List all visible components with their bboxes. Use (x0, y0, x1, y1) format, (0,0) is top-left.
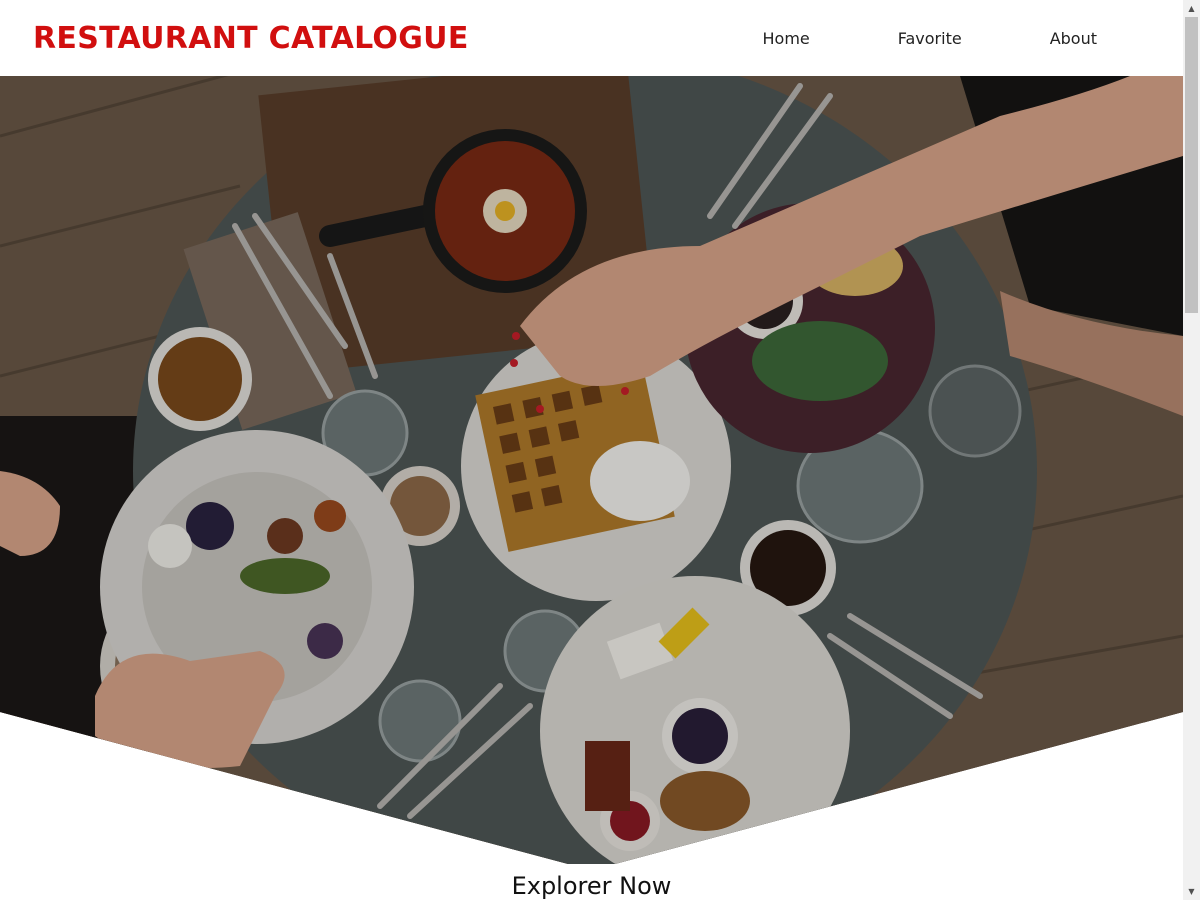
scroll-up-arrow-icon[interactable]: ▲ (1183, 0, 1200, 17)
site-header: RESTAURANT CATALOGUE Home Favorite About (0, 0, 1183, 76)
explore-heading: Explorer Now (511, 872, 672, 900)
scroll-thumb[interactable] (1185, 17, 1198, 313)
hero-section (0, 76, 1183, 864)
site-title[interactable]: RESTAURANT CATALOGUE (33, 21, 469, 56)
hero-overlay (0, 76, 1183, 864)
nav-favorite-link[interactable]: Favorite (854, 21, 1006, 56)
main-nav: Home Favorite About (719, 21, 1142, 56)
scroll-down-arrow-icon[interactable]: ▼ (1183, 883, 1200, 900)
vertical-scrollbar[interactable]: ▲ ▼ (1183, 0, 1200, 900)
nav-about-link[interactable]: About (1006, 21, 1141, 56)
nav-home-link[interactable]: Home (719, 21, 854, 56)
app: RESTAURANT CATALOGUE Home Favorite About (0, 0, 1183, 900)
